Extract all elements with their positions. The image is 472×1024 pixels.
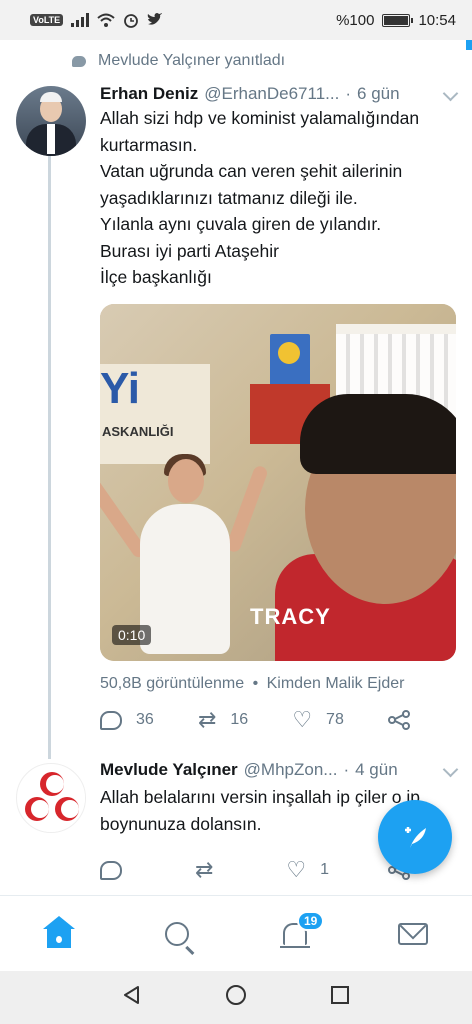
tweet-time: 4 gün: [355, 760, 398, 779]
retweet-icon: ⇄: [197, 707, 217, 732]
reply-bubble-icon: [72, 55, 86, 67]
mail-icon: [398, 923, 428, 945]
scroll-indicator: [466, 40, 472, 50]
home-circle-icon: [226, 985, 246, 1005]
retweet-button[interactable]: ⇄: [194, 857, 227, 882]
reply-button[interactable]: [100, 860, 136, 880]
twitter-notification-icon: [147, 13, 163, 25]
notification-badge: 19: [297, 911, 325, 931]
tweet-actions: 36 ⇄ 16 ♡ 78: [100, 707, 410, 732]
tweet-menu-chevron-down-icon[interactable]: [442, 761, 459, 778]
bottom-tab-bar: 19: [0, 895, 472, 972]
tweet-line: Yılanla aynı çuvala giren de yılandır.: [100, 214, 382, 234]
heart-icon: ♡: [292, 707, 313, 732]
search-icon: [165, 922, 189, 946]
tweet-line: kurtarmasın.: [100, 134, 198, 155]
tweet-line: yaşadıklarınızı tatmanız dileği ile.: [100, 187, 358, 208]
tab-search[interactable]: [147, 909, 207, 959]
tweet-menu-chevron-down-icon[interactable]: [442, 85, 459, 102]
like-button[interactable]: ♡ 1: [286, 857, 330, 882]
thread-line: [48, 155, 51, 759]
video-logo-text: Yi: [100, 364, 140, 413]
home-icon: [43, 916, 75, 948]
tab-notifications[interactable]: 19: [265, 909, 325, 959]
system-nav-bar: [0, 971, 472, 1024]
video-player[interactable]: Yi ASKANLIĞI TRACY 0:10: [100, 304, 456, 661]
tweet-text: Allah sizi hdp ve kominist yalamalığında…: [100, 105, 460, 291]
mhp-logo-icon: [18, 765, 85, 832]
separator-dot: ·: [345, 84, 352, 103]
tweet-line: Burası iyi parti Ataşehir: [100, 240, 279, 261]
clock: 10:54: [418, 11, 456, 29]
replied-by-label: Mevlude Yalçıner yanıtladı: [98, 52, 286, 69]
avatar-mevlude-yalciner[interactable]: [16, 763, 86, 833]
status-bar: VoLTE %100 10:54: [0, 0, 472, 40]
reply-count: 36: [136, 711, 154, 728]
like-count: 78: [326, 711, 344, 728]
back-triangle-icon: [124, 986, 139, 1004]
nav-back-button[interactable]: [121, 984, 143, 1011]
tweet-time: 6 gün: [357, 84, 400, 103]
retweet-count: 16: [230, 711, 249, 728]
recents-square-icon: [331, 986, 349, 1004]
tweet-line: Allah sizi hdp ve kominist yalamalığında…: [100, 108, 420, 128]
like-count: 1: [320, 861, 330, 878]
reply-button[interactable]: 36: [100, 710, 154, 730]
video-views[interactable]: 50,8B görüntülenme • Kimden Malik Ejder: [100, 675, 404, 693]
tweet-header[interactable]: Mevlude Yalçıner @MhpZon... · 4 gün: [100, 760, 398, 780]
share-button[interactable]: [387, 710, 410, 730]
like-button[interactable]: ♡ 78: [292, 707, 344, 732]
video-jersey-text: TRACY: [250, 604, 331, 629]
compose-tweet-button[interactable]: [378, 800, 452, 874]
tweet-line: İlçe başkanlığı: [100, 267, 212, 287]
video-sign-text: ASKANLIĞI: [102, 424, 174, 439]
author-handle: @MhpZon...: [243, 760, 338, 779]
replied-context[interactable]: Mevlude Yalçıner yanıtladı: [72, 52, 285, 70]
avatar-erhan-deniz[interactable]: [16, 86, 86, 156]
share-icon: [387, 710, 410, 730]
battery-percent: %100: [336, 11, 375, 29]
heart-icon: ♡: [286, 857, 307, 882]
tweet-line: Vatan uğrunda can veren şehit ailerinin: [100, 161, 403, 181]
volte-indicator: VoLTE: [30, 14, 64, 26]
status-right: %100 10:54: [336, 12, 456, 29]
tab-home[interactable]: [29, 909, 89, 959]
author-name: Mevlude Yalçıner: [100, 760, 238, 779]
tweet-actions: ⇄ ♡ 1: [100, 857, 410, 882]
compose-tweet-icon: [405, 827, 426, 848]
status-left: VoLTE: [30, 12, 163, 28]
tweet-header[interactable]: Erhan Deniz @ErhanDe6711... · 6 gün: [100, 84, 400, 104]
view-count: 50,8B görüntülenme: [100, 675, 245, 692]
separator-dot: ·: [343, 760, 350, 779]
signal-icon: [71, 13, 90, 27]
wifi-icon: [97, 13, 115, 27]
video-duration: 0:10: [112, 625, 152, 645]
views-separator: •: [252, 675, 259, 692]
retweet-button[interactable]: ⇄ 16: [197, 707, 249, 732]
nav-recents-button[interactable]: [329, 984, 351, 1011]
reply-icon: [100, 860, 122, 880]
tab-messages[interactable]: [383, 909, 443, 959]
author-handle: @ErhanDe6711...: [204, 84, 340, 103]
battery-icon: [382, 13, 414, 27]
video-source: Kimden Malik Ejder: [266, 675, 405, 692]
author-name: Erhan Deniz: [100, 84, 199, 103]
nav-home-button[interactable]: [225, 984, 247, 1011]
reply-icon: [100, 710, 122, 730]
retweet-icon: ⇄: [194, 857, 214, 882]
alarm-icon: [124, 14, 139, 28]
